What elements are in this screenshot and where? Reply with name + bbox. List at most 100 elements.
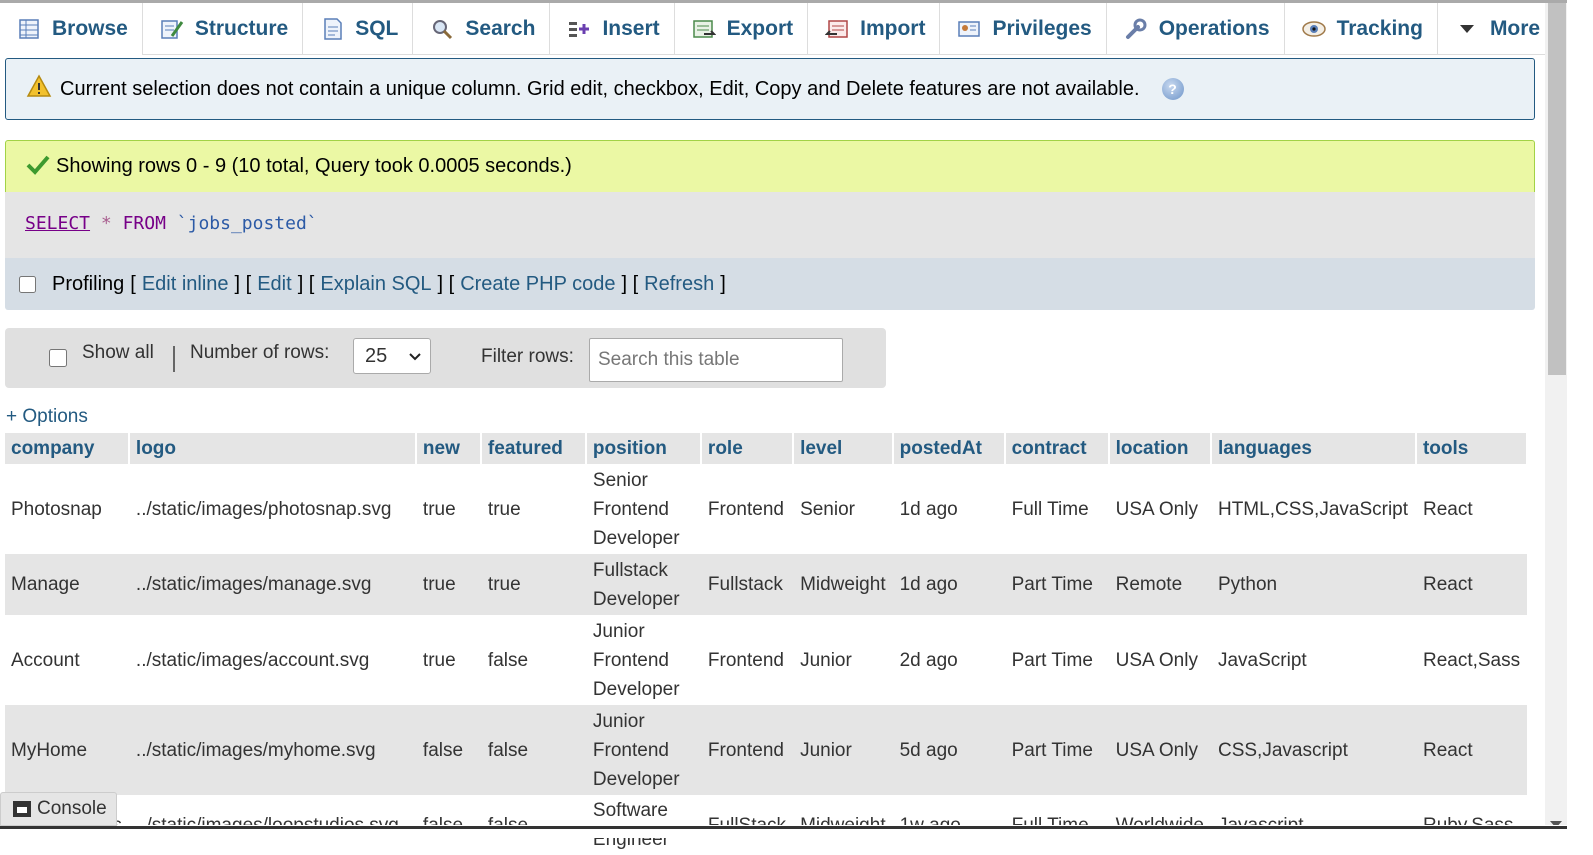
chevron-down-icon (1454, 17, 1480, 41)
operations-icon (1123, 17, 1149, 41)
console-label: Console (37, 798, 107, 819)
explain-sql-link[interactable]: Explain SQL (320, 273, 431, 296)
cell-tools: React,Sass (1415, 615, 1528, 705)
profiling-label: Profiling (52, 272, 125, 295)
cell-position: Junior Frontend Developer (585, 615, 701, 705)
sql-query-display[interactable]: SELECT * FROM `jobs_posted` (5, 192, 1535, 258)
check-icon (26, 153, 50, 181)
show-all-checkbox[interactable] (49, 349, 67, 367)
help-icon[interactable]: ? (1161, 78, 1184, 100)
tracking-icon (1301, 17, 1327, 41)
cell-contract: Full Time (1004, 464, 1109, 554)
console-toggle[interactable]: Console (0, 792, 117, 826)
sql-star: * (100, 213, 112, 234)
table-row: Account ../static/images/account.svg tru… (5, 615, 1528, 705)
profiling-checkbox[interactable] (19, 275, 36, 293)
tab-label: Structure (194, 16, 289, 40)
cell-languages: HTML,CSS,JavaScript (1210, 464, 1416, 554)
browse-icon (16, 17, 42, 41)
cell-logo: ../static/images/account.svg (128, 615, 416, 705)
cell-postedat: 1d ago (892, 464, 1005, 554)
query-tools: Profiling [Edit inline] [Edit] [Explain … (5, 258, 1535, 310)
column-header-postedat[interactable]: postedAt (892, 433, 1006, 464)
tab-sql[interactable]: SQL (303, 3, 414, 55)
cell-company: MyHome (5, 705, 129, 795)
cell-role: Frontend (700, 705, 794, 795)
cell-role: Frontend (700, 615, 794, 705)
cell-level: Senior (793, 464, 893, 554)
edit-link[interactable]: Edit (257, 273, 291, 296)
scrollbar-thumb[interactable] (1548, 3, 1566, 375)
tab-browse[interactable]: Browse (0, 3, 143, 55)
column-header-location[interactable]: location (1108, 433, 1212, 464)
tab-operations[interactable]: Operations (1106, 3, 1285, 55)
cell-contract: Part Time (1004, 615, 1109, 705)
cell-location: USA Only (1108, 464, 1211, 554)
cell-featured: true (480, 464, 586, 554)
cell-position: Fullstack Developer (585, 554, 701, 615)
sql-keyword-select[interactable]: SELECT (25, 213, 90, 234)
cell-location: USA Only (1108, 705, 1211, 795)
cell-tools: React (1415, 705, 1528, 795)
results-table: company logo new featured position role … (5, 433, 1529, 855)
filter-rows-label: Filter rows: (481, 346, 574, 367)
tab-export[interactable]: Export (674, 3, 809, 55)
cell-featured: false (480, 705, 586, 795)
column-header-featured[interactable]: featured (480, 433, 587, 464)
tab-insert[interactable]: Insert (550, 3, 675, 55)
tab-search[interactable]: Search (413, 3, 551, 55)
cell-company: Account (5, 615, 129, 705)
filter-rows-input[interactable] (589, 338, 843, 382)
sql-table-name: `jobs_posted` (176, 213, 318, 234)
divider (173, 346, 175, 372)
cell-featured: true (480, 554, 586, 615)
structure-icon (159, 17, 185, 41)
tab-bar: Browse Structure SQL Search Insert Expor… (0, 3, 1555, 58)
success-text: Showing rows 0 - 9 (10 total, Query took… (56, 155, 572, 177)
cell-tools: React (1415, 464, 1528, 554)
cell-new: false (415, 705, 481, 795)
edit-inline-link[interactable]: Edit inline (142, 273, 229, 296)
warning-icon (26, 74, 52, 104)
tab-structure[interactable]: Structure (142, 3, 304, 55)
tab-privileges[interactable]: Privileges (940, 3, 1107, 55)
console-icon (13, 801, 31, 817)
column-header-position[interactable]: position (585, 433, 702, 464)
table-header-row: company logo new featured position role … (5, 433, 1529, 464)
table-row: Photosnap ../static/images/photosnap.svg… (5, 464, 1528, 554)
tab-label: Tracking (1336, 16, 1423, 40)
column-header-level[interactable]: level (793, 433, 894, 464)
column-header-role[interactable]: role (700, 433, 795, 464)
tab-label: Export (726, 16, 794, 40)
number-of-rows-label: Number of rows: (190, 342, 330, 363)
number-of-rows-value: 25 (365, 344, 388, 367)
create-php-code-link[interactable]: Create PHP code (460, 273, 615, 296)
cell-level: Midweight (793, 554, 893, 615)
notice-box: Current selection does not contain a uni… (5, 58, 1535, 120)
cell-languages: Python (1210, 554, 1416, 615)
column-header-languages[interactable]: languages (1210, 433, 1417, 464)
refresh-link[interactable]: Refresh (644, 273, 714, 296)
tab-more[interactable]: More (1437, 3, 1555, 55)
vertical-scrollbar[interactable] (1545, 3, 1567, 838)
window-edge (1567, 0, 1593, 838)
cell-company: Photosnap (5, 464, 129, 554)
options-link[interactable]: + Options (6, 406, 88, 428)
column-header-company[interactable]: company (5, 433, 130, 464)
cell-contract: Part Time (1004, 554, 1109, 615)
cell-role: Fullstack (700, 554, 794, 615)
show-all-label[interactable]: Show all (82, 342, 154, 364)
cell-languages: CSS,Javascript (1210, 705, 1416, 795)
column-header-logo[interactable]: logo (128, 433, 417, 464)
column-header-new[interactable]: new (415, 433, 482, 464)
cell-postedat: 2d ago (892, 615, 1005, 705)
search-icon (429, 17, 455, 41)
cell-location: Remote (1108, 554, 1211, 615)
tab-label: Insert (602, 16, 660, 40)
number-of-rows-select[interactable]: 25 (353, 338, 431, 374)
column-header-tools[interactable]: tools (1415, 433, 1529, 464)
tab-import[interactable]: Import (808, 3, 941, 55)
column-header-contract[interactable]: contract (1004, 433, 1110, 464)
cell-featured: false (480, 615, 586, 705)
tab-tracking[interactable]: Tracking (1284, 3, 1438, 55)
